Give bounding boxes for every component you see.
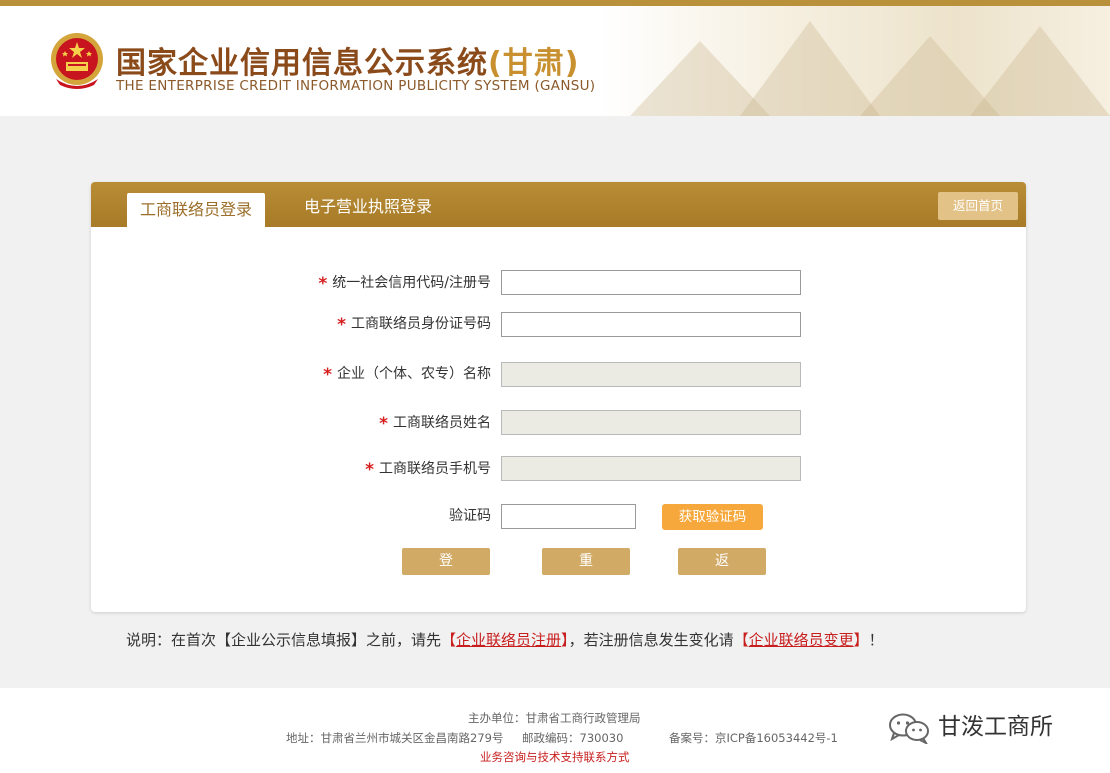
id-number-input[interactable] [501, 312, 801, 337]
footer-sponsor: 主办单位：甘肃省工商行政管理局 [468, 711, 641, 725]
required-mark: * [323, 365, 332, 385]
mountain-shape [740, 21, 880, 116]
back-button[interactable]: 返回 [678, 548, 766, 596]
panel-header: 工商联络员登录 电子营业执照登录 返回首页 [91, 182, 1026, 227]
support-contact-link[interactable]: 业务咨询与技术支持联系方式 [480, 749, 630, 765]
wechat-icon [889, 713, 929, 744]
liaison-name-label: * 工商联络员姓名 [379, 414, 491, 434]
enterprise-name-label: * 企业（个体、农专）名称 [323, 365, 491, 385]
id-number-label: * 工商联络员身份证号码 [337, 315, 491, 335]
credit-code-label: * 统一社会信用代码/注册号 [318, 274, 491, 294]
registration-note: 说明：在首次【企业公示信息填报】之前，请先【企业联络员注册】，若注册信息发生变化… [126, 631, 884, 649]
site-title-main: 国家企业信用信息公示系统 [116, 46, 488, 81]
site-header: 国家企业信用信息公示系统(甘肃) THE ENTERPRISE CREDIT I… [0, 6, 1110, 116]
site-title-region: (甘肃) [488, 46, 580, 81]
mountain-shape [970, 26, 1110, 116]
get-code-button[interactable]: 获取验证码 [662, 504, 763, 530]
site-subtitle: THE ENTERPRISE CREDIT INFORMATION PUBLIC… [116, 78, 596, 94]
liaison-name-input [501, 410, 801, 435]
footer-icp: 备案号：京ICP备16053442号-1 [669, 731, 838, 745]
required-mark: * [379, 414, 388, 434]
site-footer: 主办单位：甘肃省工商行政管理局 地址：甘肃省兰州市城关区金昌南路279号 邮政编… [0, 688, 1110, 773]
site-title: 国家企业信用信息公示系统(甘肃) [116, 38, 579, 82]
tab-liaison-login[interactable]: 工商联络员登录 [127, 193, 266, 227]
wechat-account-name: 甘泼工商所 [938, 714, 1053, 740]
captcha-label: 验证码 [449, 508, 491, 524]
reset-button[interactable]: 重置 [542, 548, 630, 596]
required-mark: * [318, 274, 328, 294]
login-button[interactable]: 登录 [402, 548, 490, 596]
liaison-register-link[interactable]: 企业联络员注册 [456, 631, 561, 649]
required-mark: * [337, 315, 346, 335]
footer-address: 地址：甘肃省兰州市城关区金昌南路279号 [286, 731, 504, 745]
credit-code-input[interactable] [501, 270, 801, 295]
liaison-phone-label: * 工商联络员手机号 [365, 460, 491, 480]
captcha-input[interactable] [501, 504, 636, 529]
footer-postcode: 邮政编码：730030 [522, 731, 624, 745]
mountain-decoration [600, 6, 1110, 116]
required-mark: * [365, 460, 374, 480]
enterprise-name-input [501, 362, 801, 387]
liaison-change-link[interactable]: 企业联络员变更 [749, 631, 854, 649]
national-emblem-icon [51, 33, 103, 89]
tab-e-license-login[interactable]: 电子营业执照登录 [291, 190, 445, 224]
login-panel: 工商联络员登录 电子营业执照登录 返回首页 * 统一社会信用代码/注册号 * 工商联… [91, 182, 1026, 612]
liaison-phone-input [501, 456, 801, 481]
return-home-button[interactable]: 返回首页 [938, 192, 1018, 220]
